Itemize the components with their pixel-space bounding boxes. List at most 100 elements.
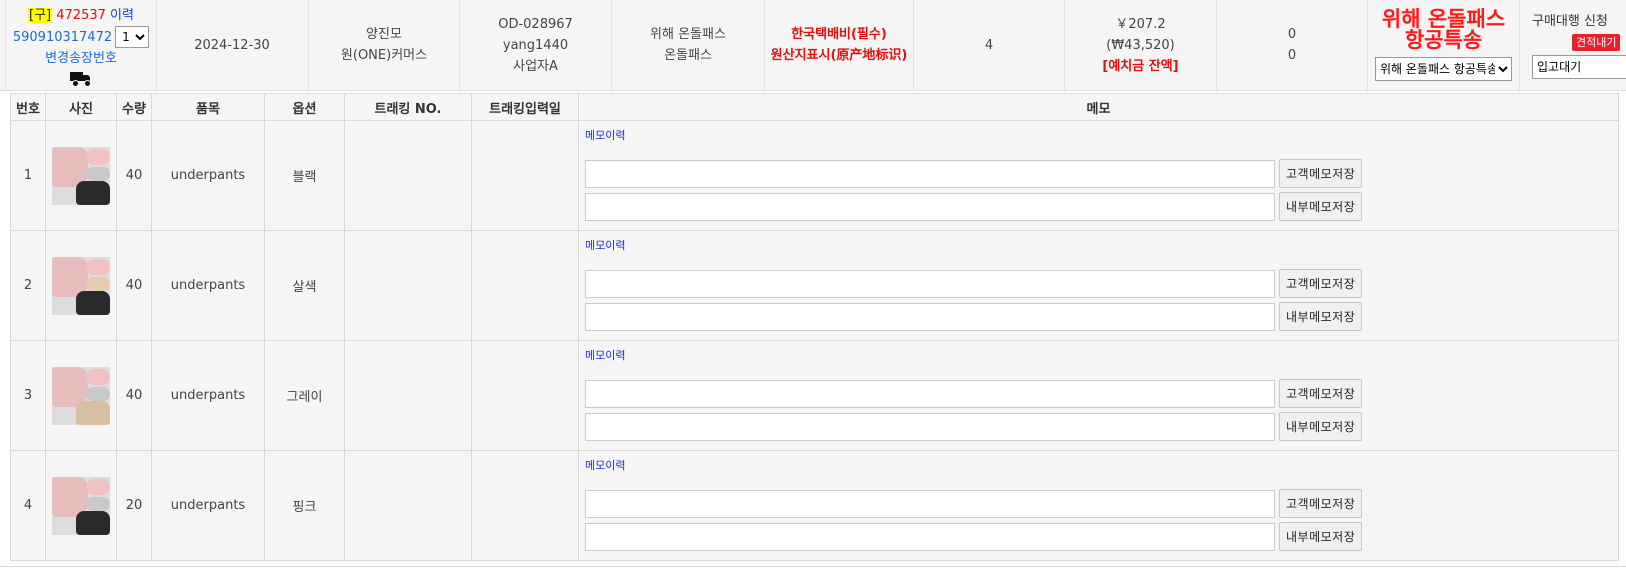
row-no: 1 <box>10 120 46 231</box>
row-option: 그레이 <box>264 340 345 451</box>
status-select[interactable]: 입고대기 <box>1532 55 1626 79</box>
header-photo: 사진 <box>45 93 117 121</box>
save-customer-memo-button[interactable]: 고객메모저장 <box>1279 489 1363 518</box>
save-customer-memo-button[interactable]: 고객메모저장 <box>1279 379 1363 408</box>
customer-cell: 양진모 원(ONE)커머스 <box>309 0 460 90</box>
customer-memo-input[interactable] <box>585 269 1275 298</box>
truck-icon[interactable] <box>70 71 92 87</box>
save-customer-memo-button[interactable]: 고객메모저장 <box>1279 159 1363 188</box>
box-count-select[interactable]: 1 <box>115 26 150 48</box>
row-option: 살색 <box>264 230 345 341</box>
row-no: 3 <box>10 340 46 451</box>
amount-cell: ￥207.2 (₩43,520) [예치금 잔액] <box>1065 0 1217 90</box>
order-id-cell: [구] 472537 이력 590910317472 1 변경송장번호 <box>5 0 157 90</box>
amount-cny: ￥207.2 <box>1115 16 1166 32</box>
tracking-line: 590910317472 1 <box>13 26 150 48</box>
row-photo <box>45 340 117 451</box>
table-header-row: 번호 사진 수량 품목 옵션 트래킹 NO. 트래킹입력일 메모 <box>10 93 1619 121</box>
row-tracking-no <box>344 340 472 451</box>
customer-memo-input[interactable] <box>585 489 1275 518</box>
row-item[interactable]: underpants <box>151 120 265 231</box>
customer-memo-row: 고객메모저장 <box>585 379 1612 408</box>
header-no: 번호 <box>10 93 46 121</box>
customer-name: 양진모 <box>366 27 402 42</box>
row-option: 블랙 <box>264 120 345 231</box>
fee-line-1: 한국택배비(필수) <box>791 27 887 42</box>
order-date-cell: 2024-12-30 <box>156 0 309 90</box>
row-no: 2 <box>10 230 46 341</box>
purchase-request-label: 구매대행 신청 <box>1532 14 1608 29</box>
customer-memo-input[interactable] <box>585 159 1275 188</box>
tracking-code-link[interactable]: 590910317472 <box>13 27 112 48</box>
row-tracking-date <box>471 450 579 561</box>
row-photo <box>45 120 117 231</box>
internal-memo-input[interactable] <box>585 412 1275 441</box>
order-view: [구] 472537 이력 590910317472 1 변경송장번호 2024… <box>0 0 1626 588</box>
row-tracking-date <box>471 120 579 231</box>
row-item[interactable]: underpants <box>151 450 265 561</box>
table-row: 4 20 underpants 핑크 메모이력 고객메모저장 내부메모저장 <box>10 450 1619 561</box>
order-date: 2024-12-30 <box>194 37 270 53</box>
row-tracking-date <box>471 230 579 341</box>
change-tracking-link[interactable]: 변경송장번호 <box>45 48 117 69</box>
save-internal-memo-button[interactable]: 내부메모저장 <box>1279 302 1363 331</box>
row-photo <box>45 450 117 561</box>
customer-company: 원(ONE)커머스 <box>340 48 428 63</box>
row-tracking-no <box>344 230 472 341</box>
od-code: OD-028967 <box>498 16 573 32</box>
row-option: 핑크 <box>264 450 345 561</box>
product-thumbnail[interactable] <box>52 256 110 315</box>
row-memo: 메모이력 고객메모저장 내부메모저장 <box>578 120 1619 231</box>
memo-history-link[interactable]: 메모이력 <box>585 237 1612 252</box>
row-tracking-no <box>344 120 472 231</box>
row-qty: 40 <box>116 230 152 341</box>
internal-memo-row: 내부메모저장 <box>585 522 1612 551</box>
internal-memo-input[interactable] <box>585 302 1275 331</box>
fee-cell: 한국택배비(필수) 원산지표시(原产地标识) <box>765 0 914 90</box>
table-row: 3 40 underpants 그레이 메모이력 고객메모저장 내부메모저장 <box>10 340 1619 451</box>
save-internal-memo-button[interactable]: 내부메모저장 <box>1279 412 1363 441</box>
total-qty: 4 <box>984 37 994 53</box>
shipping-method-line1: 위해 온돌패스 <box>650 27 726 42</box>
save-internal-memo-button[interactable]: 내부메모저장 <box>1279 192 1363 221</box>
customer-memo-row: 고객메모저장 <box>585 489 1612 518</box>
product-thumbnail[interactable] <box>52 366 110 425</box>
shipping-type-select[interactable]: 위해 온돌패스 항공특송 <box>1375 57 1512 81</box>
row-item[interactable]: underpants <box>151 230 265 341</box>
row-memo: 메모이력 고객메모저장 내부메모저장 <box>578 450 1619 561</box>
row-tracking-date <box>471 340 579 451</box>
count-cell: 0 0 <box>1217 0 1368 90</box>
row-memo: 메모이력 고객메모저장 내부메모저장 <box>578 340 1619 451</box>
internal-memo-input[interactable] <box>585 522 1275 551</box>
header-option: 옵션 <box>264 93 345 121</box>
count-b: 0 <box>1287 48 1297 63</box>
order-number[interactable]: 472537 <box>56 8 106 23</box>
header-tracking-no: 트래킹 NO. <box>344 93 472 121</box>
shipping-type-title: 위해 온돌패스 항공특송 <box>1381 7 1506 52</box>
header-tracking-date: 트래킹입력일 <box>471 93 579 121</box>
save-internal-memo-button[interactable]: 내부메모저장 <box>1279 522 1363 551</box>
product-thumbnail[interactable] <box>52 146 110 205</box>
count-a: 0 <box>1287 27 1297 42</box>
row-qty: 40 <box>116 340 152 451</box>
internal-memo-input[interactable] <box>585 192 1275 221</box>
old-order-tag: [구] <box>28 8 53 23</box>
shipping-method-cell: 위해 온돌패스 온돌패스 <box>612 0 765 90</box>
row-item[interactable]: underpants <box>151 340 265 451</box>
quote-button[interactable]: 견적내기 <box>1572 34 1621 51</box>
memo-history-link[interactable]: 메모이력 <box>585 457 1612 472</box>
memo-history-link[interactable]: 메모이력 <box>585 127 1612 142</box>
save-customer-memo-button[interactable]: 고객메모저장 <box>1279 269 1363 298</box>
internal-memo-row: 내부메모저장 <box>585 302 1612 331</box>
memo-history-link[interactable]: 메모이력 <box>585 347 1612 362</box>
purchase-cell: 구매대행 신청 견적내기 입고대기 <box>1520 0 1626 90</box>
header-memo: 메모 <box>578 93 1619 121</box>
order-id-line: [구] 472537 이력 <box>28 5 134 26</box>
order-history-link[interactable]: 이력 <box>110 8 134 23</box>
table-row: 2 40 underpants 살색 메모이력 고객메모저장 내부메모저장 <box>10 230 1619 341</box>
customer-memo-input[interactable] <box>585 379 1275 408</box>
row-no: 4 <box>10 450 46 561</box>
product-thumbnail[interactable] <box>52 476 110 535</box>
row-memo: 메모이력 고객메모저장 내부메모저장 <box>578 230 1619 341</box>
shipping-type-cell: 위해 온돌패스 항공특송 위해 온돌패스 항공특송 <box>1368 0 1520 90</box>
